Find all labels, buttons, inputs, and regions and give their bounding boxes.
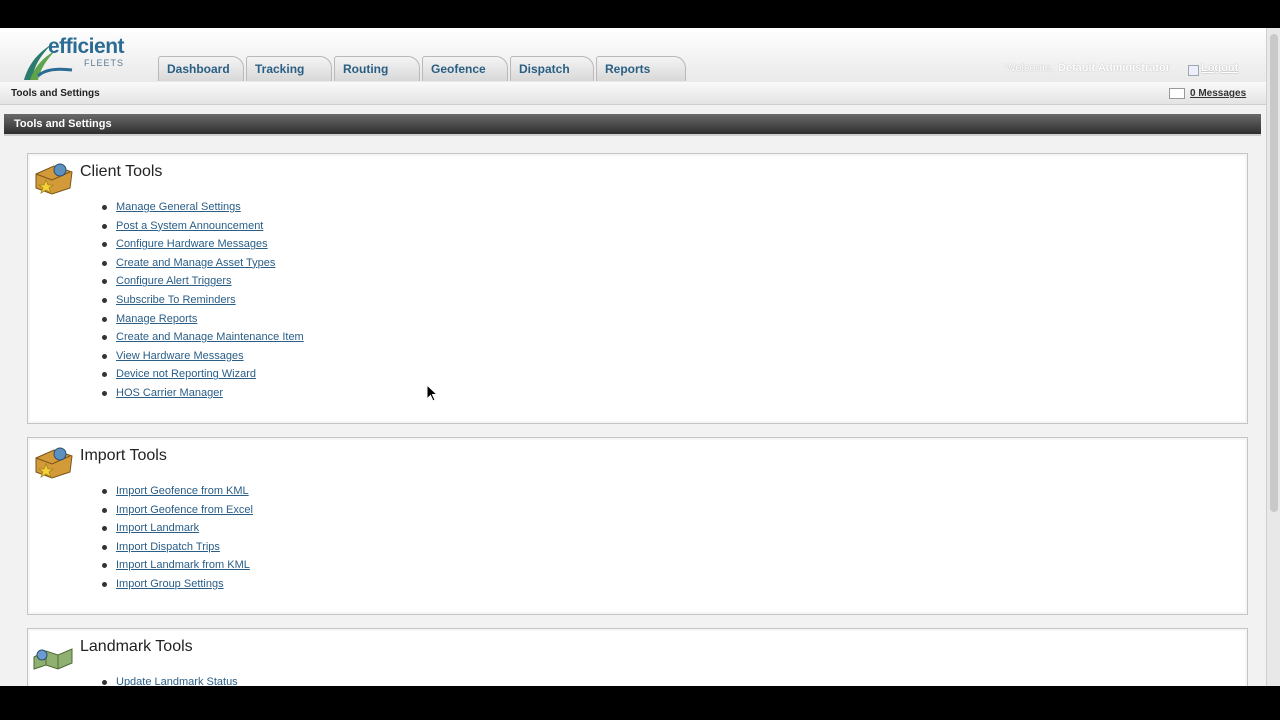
list-item: Manage General Settings	[100, 198, 304, 217]
tab-routing[interactable]: Routing	[334, 56, 420, 81]
link-import-landmark-kml[interactable]: Import Landmark from KML	[116, 559, 250, 571]
logout-icon[interactable]	[1188, 65, 1199, 76]
list-item: Import Group Settings	[100, 575, 253, 594]
map-landmark-icon	[33, 648, 73, 670]
list-item: Configure Alert Triggers	[100, 272, 304, 291]
messages-link[interactable]: 0 Messages	[1190, 88, 1246, 99]
client-tools-panel: Client Tools Manage General Settings Pos…	[27, 153, 1248, 424]
page-title-bar: Tools and Settings	[4, 114, 1261, 136]
toolbox-star-icon	[35, 163, 73, 195]
tab-dispatch[interactable]: Dispatch	[510, 56, 594, 81]
link-manage-asset-types[interactable]: Create and Manage Asset Types	[116, 257, 275, 269]
link-post-system-announcement[interactable]: Post a System Announcement	[116, 220, 263, 232]
list-item: Import Landmark from KML	[100, 556, 253, 575]
envelope-icon[interactable]	[1169, 88, 1185, 99]
link-import-geofence-kml[interactable]: Import Geofence from KML	[116, 485, 249, 497]
client-tools-links: Manage General Settings Post a System An…	[100, 198, 304, 403]
link-manage-general-settings[interactable]: Manage General Settings	[116, 201, 241, 213]
import-tools-links: Import Geofence from KML Import Geofence…	[100, 482, 253, 594]
breadcrumb: Tools and Settings	[11, 88, 100, 99]
mouse-cursor-icon	[426, 384, 438, 402]
app-header: efficient FLEETS Dashboard Tracking Rout…	[0, 28, 1266, 82]
list-item: Create and Manage Asset Types	[100, 254, 304, 273]
list-item: View Hardware Messages	[100, 347, 304, 366]
welcome-label: Welcome,	[1005, 62, 1054, 74]
panel-title-client-tools: Client Tools	[80, 163, 163, 180]
list-item: Post a System Announcement	[100, 217, 304, 236]
import-tools-panel: Import Tools Import Geofence from KML Im…	[27, 437, 1248, 615]
link-import-group-settings[interactable]: Import Group Settings	[116, 578, 224, 590]
tab-reports[interactable]: Reports	[596, 56, 686, 81]
link-configure-hardware-messages[interactable]: Configure Hardware Messages	[116, 238, 268, 250]
list-item: HOS Carrier Manager	[100, 384, 304, 403]
list-item: Create and Manage Maintenance Item	[100, 328, 304, 347]
link-manage-reports[interactable]: Manage Reports	[116, 313, 197, 325]
list-item: Subscribe To Reminders	[100, 291, 304, 310]
list-item: Import Geofence from Excel	[100, 501, 253, 520]
link-import-dispatch-trips[interactable]: Import Dispatch Trips	[116, 541, 220, 553]
link-hos-carrier-manager[interactable]: HOS Carrier Manager	[116, 387, 223, 399]
welcome-text: Welcome, Default Administrator	[1005, 62, 1170, 74]
breadcrumb-bar: Tools and Settings 0 Messages	[0, 82, 1266, 105]
vertical-scrollbar[interactable]	[1266, 28, 1280, 686]
tab-geofence[interactable]: Geofence	[422, 56, 508, 81]
link-import-geofence-excel[interactable]: Import Geofence from Excel	[116, 504, 253, 516]
efficient-fleets-logo[interactable]: efficient FLEETS	[18, 34, 128, 82]
panel-title-landmark-tools: Landmark Tools	[80, 638, 193, 655]
logo-wordmark: efficient	[48, 35, 125, 58]
link-update-landmark-status[interactable]: Update Landmark Status	[116, 676, 238, 686]
browser-viewport: efficient FLEETS Dashboard Tracking Rout…	[0, 28, 1280, 686]
list-item: Update Landmark Status	[100, 673, 238, 686]
user-name: Default Administrator	[1057, 62, 1170, 74]
tab-dashboard[interactable]: Dashboard	[158, 56, 244, 81]
link-device-not-reporting-wizard[interactable]: Device not Reporting Wizard	[116, 368, 256, 380]
toolbox-star-icon	[35, 447, 73, 479]
list-item: Import Landmark	[100, 519, 253, 538]
landmark-tools-links: Update Landmark Status	[100, 673, 238, 686]
list-item: Device not Reporting Wizard	[100, 365, 304, 384]
logout-link[interactable]: Logout	[1201, 62, 1238, 74]
list-item: Manage Reports	[100, 310, 304, 329]
logo-subtitle: FLEETS	[84, 58, 125, 68]
link-manage-maintenance-item[interactable]: Create and Manage Maintenance Item	[116, 331, 304, 343]
page-title: Tools and Settings	[14, 118, 112, 130]
list-item: Configure Hardware Messages	[100, 235, 304, 254]
link-view-hardware-messages[interactable]: View Hardware Messages	[116, 350, 244, 362]
main-nav-tabs: Dashboard Tracking Routing Geofence Disp…	[158, 56, 688, 82]
link-subscribe-reminders[interactable]: Subscribe To Reminders	[116, 294, 236, 306]
link-configure-alert-triggers[interactable]: Configure Alert Triggers	[116, 275, 232, 287]
panel-title-import-tools: Import Tools	[80, 447, 167, 464]
list-item: Import Geofence from KML	[100, 482, 253, 501]
landmark-tools-panel: Landmark Tools Update Landmark Status	[27, 628, 1248, 686]
tab-tracking[interactable]: Tracking	[246, 56, 332, 81]
link-import-landmark[interactable]: Import Landmark	[116, 522, 199, 534]
scrollbar-thumb[interactable]	[1270, 34, 1278, 512]
list-item: Import Dispatch Trips	[100, 538, 253, 557]
